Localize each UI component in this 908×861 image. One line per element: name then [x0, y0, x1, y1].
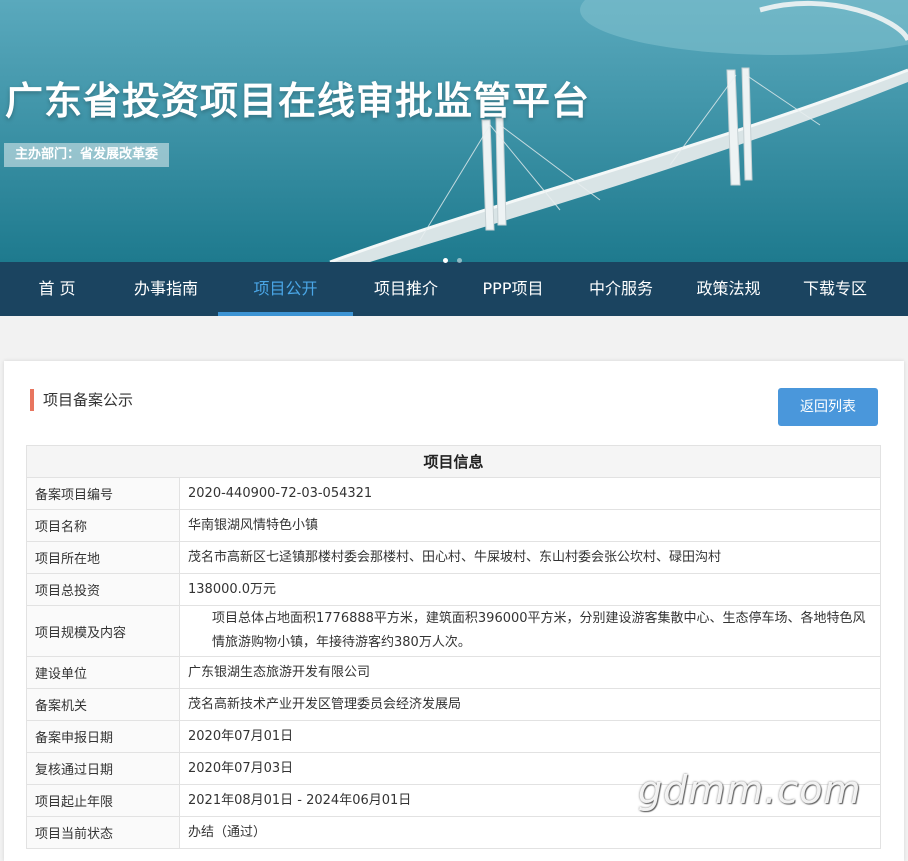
- nav-policy[interactable]: 政策法规: [675, 262, 782, 316]
- nav-project-public[interactable]: 项目公开: [218, 262, 353, 316]
- row-label: 项目总投资: [26, 573, 180, 606]
- row-value: 茂名市高新区七迳镇那楼村委会那楼村、田心村、牛屎坡村、东山村委会张公坎村、碌田沟…: [179, 541, 881, 574]
- row-value: 2020-440900-72-03-054321: [179, 477, 881, 510]
- table-row: 建设单位 广东银湖生态旅游开发有限公司: [26, 656, 881, 689]
- header-banner: 广东省投资项目在线审批监管平台 主办部门：省发展改革委: [0, 0, 908, 262]
- row-label: 项目所在地: [26, 541, 180, 574]
- row-label: 备案申报日期: [26, 720, 180, 753]
- table-row: 备案申报日期 2020年07月01日: [26, 720, 881, 753]
- row-label: 项目规模及内容: [26, 605, 180, 657]
- sponsor-label: 主办部门：省发展改革委: [4, 143, 170, 167]
- row-label: 复核通过日期: [26, 752, 180, 785]
- nav-ppp[interactable]: PPP项目: [459, 262, 567, 316]
- bridge-banner-image: [0, 0, 908, 262]
- table-row: 备案机关 茂名高新技术产业开发区管理委员会经济发展局: [26, 688, 881, 721]
- nav-agency[interactable]: 中介服务: [567, 262, 675, 316]
- row-value: 2020年07月01日: [179, 720, 881, 753]
- panel-heading: 项目备案公示: [30, 389, 133, 411]
- row-value: 茂名高新技术产业开发区管理委员会经济发展局: [179, 688, 881, 721]
- table-row: 项目名称 华南银湖风情特色小镇: [26, 509, 881, 542]
- watermark: gdmm.com: [638, 768, 862, 812]
- site-title: 广东省投资项目在线审批监管平台: [5, 79, 591, 123]
- row-label: 项目起止年限: [26, 784, 180, 817]
- table-title: 项目信息: [26, 445, 881, 478]
- row-label: 备案项目编号: [26, 477, 180, 510]
- table-row: 项目总投资 138000.0万元: [26, 573, 881, 606]
- nav-project-promotion[interactable]: 项目推介: [353, 262, 459, 316]
- nav-download[interactable]: 下载专区: [782, 262, 888, 316]
- nav-guide[interactable]: 办事指南: [114, 262, 218, 316]
- table-row: 备案项目编号 2020-440900-72-03-054321: [26, 477, 881, 510]
- row-value: 项目总体占地面积1776888平方米，建筑面积396000平方米，分别建设游客集…: [212, 611, 866, 650]
- row-value: 华南银湖风情特色小镇: [179, 509, 881, 542]
- row-value: 广东银湖生态旅游开发有限公司: [179, 656, 881, 689]
- row-label: 建设单位: [26, 656, 180, 689]
- main-nav: 首 页 办事指南 项目公开 项目推介 PPP项目 中介服务 政策法规 下载专区: [0, 258, 908, 316]
- nav-home[interactable]: 首 页: [0, 262, 114, 316]
- back-to-list-button[interactable]: 返回列表: [778, 388, 878, 426]
- table-row: 项目所在地 茂名市高新区七迳镇那楼村委会那楼村、田心村、牛屎坡村、东山村委会张公…: [26, 541, 881, 574]
- row-label: 项目当前状态: [26, 816, 180, 849]
- table-row: 项目当前状态 办结（通过）: [26, 816, 881, 849]
- row-value: 办结（通过）: [179, 816, 881, 849]
- row-label: 备案机关: [26, 688, 180, 721]
- table-row: 项目规模及内容 项目总体占地面积1776888平方米，建筑面积396000平方米…: [26, 605, 881, 657]
- row-label: 项目名称: [26, 509, 180, 542]
- row-value: 138000.0万元: [179, 573, 881, 606]
